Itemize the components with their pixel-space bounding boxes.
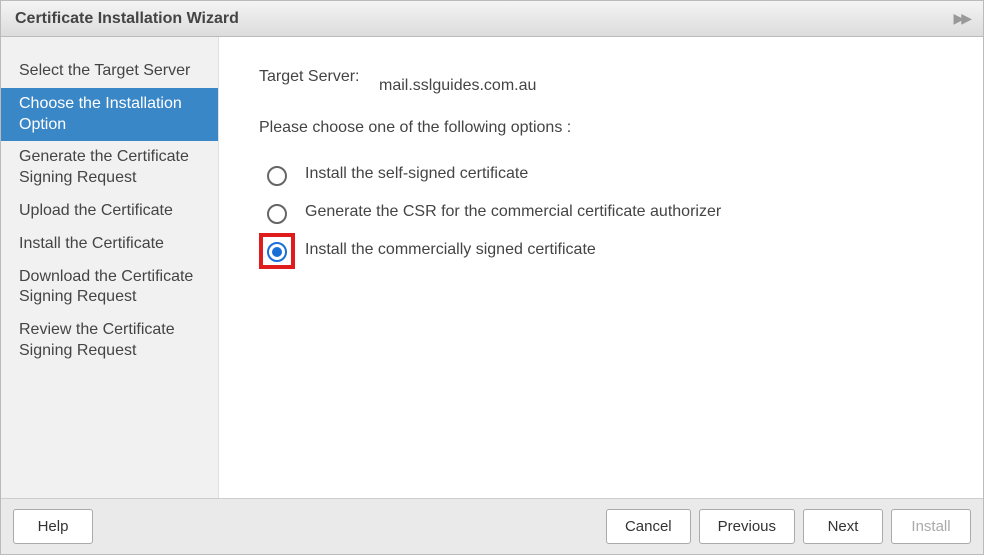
cancel-button[interactable]: Cancel <box>606 509 691 544</box>
radio-option-0: Install the self-signed certificate <box>259 157 943 193</box>
install-options-radio-group: Install the self-signed certificate Gener… <box>259 157 943 269</box>
radio-label-0: Install the self-signed certificate <box>305 157 528 185</box>
dialog-title: Certificate Installation Wizard <box>15 10 239 28</box>
sidebar-step-4[interactable]: Install the Certificate <box>1 228 218 261</box>
radio-input-0[interactable] <box>267 166 287 186</box>
sidebar-step-5[interactable]: Download the Certificate Signing Request <box>1 261 218 315</box>
help-button[interactable]: Help <box>13 509 93 544</box>
titlebar: Certificate Installation Wizard ▶▶ <box>1 1 983 37</box>
radio-option-1: Generate the CSR for the commercial cert… <box>259 195 943 231</box>
radio-label-2: Install the commercially signed certific… <box>305 233 596 261</box>
sidebar-step-0[interactable]: Select the Target Server <box>1 55 218 88</box>
dialog-footer: Help Cancel Previous Next Install <box>1 498 983 554</box>
target-server-label: Target Server: <box>259 67 379 95</box>
next-button[interactable]: Next <box>803 509 883 544</box>
wizard-main-panel: Target Server: mail.sslguides.com.au Ple… <box>219 37 983 498</box>
sidebar-step-6[interactable]: Review the Certificate Signing Request <box>1 314 218 368</box>
radio-option-2: Install the commercially signed certific… <box>259 233 943 269</box>
target-server-value: mail.sslguides.com.au <box>379 67 943 95</box>
target-server-row: Target Server: mail.sslguides.com.au <box>259 67 943 95</box>
sidebar-step-3[interactable]: Upload the Certificate <box>1 195 218 228</box>
content-area: Select the Target ServerChoose the Insta… <box>1 37 983 498</box>
footer-buttons-right: Cancel Previous Next Install <box>606 509 971 544</box>
radio-highlight-box <box>259 233 295 269</box>
install-button: Install <box>891 509 971 544</box>
expand-icon[interactable]: ▶▶ <box>953 10 969 27</box>
radio-box <box>259 195 295 231</box>
previous-button[interactable]: Previous <box>699 509 795 544</box>
radio-input-2[interactable] <box>267 242 287 262</box>
sidebar-step-2[interactable]: Generate the Certificate Signing Request <box>1 141 218 195</box>
wizard-steps-sidebar: Select the Target ServerChoose the Insta… <box>1 37 219 498</box>
radio-label-1: Generate the CSR for the commercial cert… <box>305 195 721 223</box>
sidebar-step-1[interactable]: Choose the Installation Option <box>1 88 218 142</box>
radio-input-1[interactable] <box>267 204 287 224</box>
wizard-dialog: Certificate Installation Wizard ▶▶ Selec… <box>0 0 984 555</box>
instruction-text: Please choose one of the following optio… <box>259 119 943 137</box>
radio-box <box>259 157 295 193</box>
